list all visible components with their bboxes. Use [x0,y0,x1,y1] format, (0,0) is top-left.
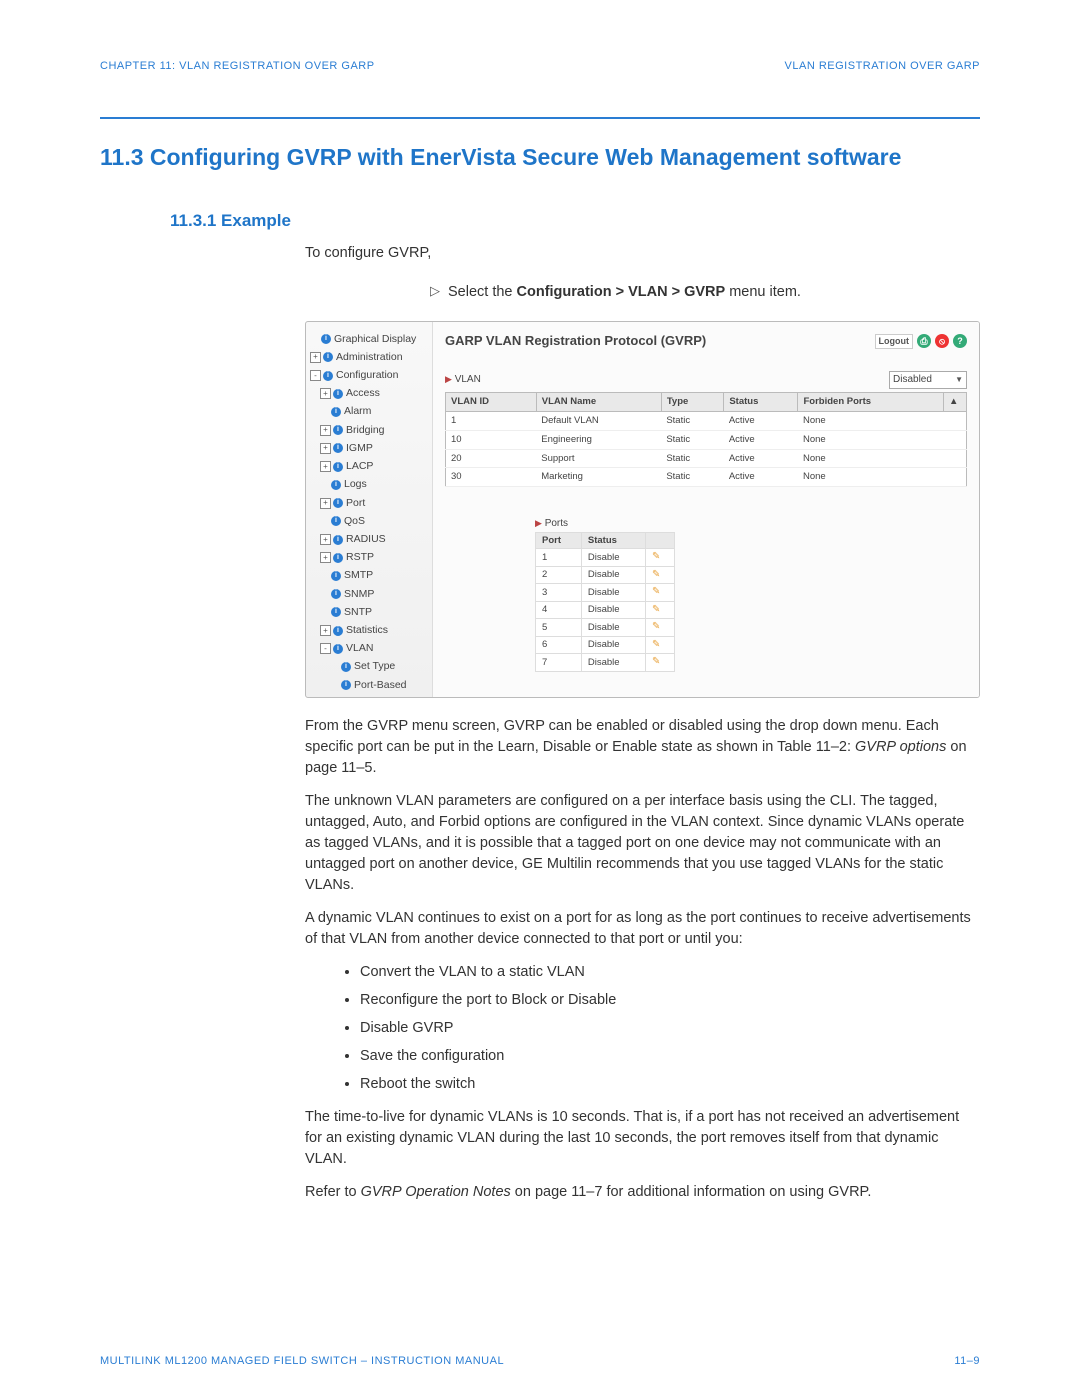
tree-node[interactable]: iSNMP [310,585,428,603]
step-text-bold: Configuration > VLAN > GVRP [517,284,726,300]
para-2: The unknown VLAN parameters are configur… [305,791,980,896]
table-row[interactable]: 20SupportStaticActiveNone [446,449,967,468]
list-item: Convert the VLAN to a static VLAN [360,962,980,983]
vlan-label: VLAN [455,374,481,385]
edit-icon[interactable]: ✎ [652,604,660,615]
tree-node[interactable]: -iVLAN [310,640,428,658]
expander-icon[interactable]: ▶ [535,518,542,528]
tree-node[interactable]: iGraphical Display [310,330,428,348]
para-1: From the GVRP menu screen, GVRP can be e… [305,716,980,779]
main-pane: GARP VLAN Registration Protocol (GVRP) L… [433,322,979,697]
tree-node[interactable]: +iBridging [310,421,428,439]
app-screenshot: iGraphical Display+iAdministration-iConf… [305,321,980,698]
header-left: CHAPTER 11: VLAN REGISTRATION OVER GARP [100,60,375,72]
tree-node[interactable]: +iAdministration [310,348,428,366]
table-row[interactable]: 7Disable✎ [536,654,675,672]
help-icon[interactable]: ? [953,334,967,348]
stop-icon[interactable]: ⦸ [935,334,949,348]
tree-node[interactable]: +iIGMP [310,439,428,457]
table-row[interactable]: 5Disable✎ [536,619,675,637]
ports-label: Ports [545,518,568,529]
step-text-suffix: menu item. [725,284,801,300]
bullet-list: Convert the VLAN to a static VLAN Reconf… [360,962,980,1095]
table-row[interactable]: 2Disable✎ [536,566,675,584]
pane-title: GARP VLAN Registration Protocol (GVRP) [445,332,706,351]
tree-node[interactable]: -iTag-Based [310,694,428,697]
nav-tree: iGraphical Display+iAdministration-iConf… [306,322,433,697]
table-row[interactable]: 6Disable✎ [536,636,675,654]
edit-icon[interactable]: ✎ [652,551,660,562]
step-text-prefix: Select the [448,284,517,300]
tree-node[interactable]: iQoS [310,512,428,530]
header-right: VLAN REGISTRATION OVER GARP [785,60,980,72]
section-rule [100,117,980,119]
tree-node[interactable]: iSNTP [310,603,428,621]
list-item: Reboot the switch [360,1074,980,1095]
table-row[interactable]: 1Disable✎ [536,549,675,567]
edit-icon[interactable]: ✎ [652,569,660,580]
para-5: Refer to GVRP Operation Notes on page 11… [305,1182,980,1203]
edit-icon[interactable]: ✎ [652,656,660,667]
ports-table: PortStatus1Disable✎2Disable✎3Disable✎4Di… [535,532,675,672]
subsection-title: 11.3.1 Example [170,211,980,231]
table-row[interactable]: 1Default VLANStaticActiveNone [446,412,967,431]
tree-node[interactable]: +iPort [310,494,428,512]
section-title: 11.3 Configuring GVRP with EnerVista Sec… [100,144,980,171]
para-3: A dynamic VLAN continues to exist on a p… [305,908,980,950]
intro-line: To configure GVRP, [305,243,980,264]
triangle-icon: ▷ [430,282,440,301]
tree-node[interactable]: iPort-Based [310,676,428,694]
footer-right: 11–9 [954,1355,980,1367]
table-row[interactable]: 30MarketingStaticActiveNone [446,468,967,487]
tree-node[interactable]: iAlarm [310,403,428,421]
dropdown-value: Disabled [893,373,932,388]
list-item: Disable GVRP [360,1018,980,1039]
tree-node[interactable]: +iRSTP [310,549,428,567]
list-item: Reconfigure the port to Block or Disable [360,990,980,1011]
edit-icon[interactable]: ✎ [652,586,660,597]
table-row[interactable]: 3Disable✎ [536,584,675,602]
list-item: Save the configuration [360,1046,980,1067]
logout-button[interactable]: Logout [875,334,914,349]
chevron-down-icon: ▼ [955,374,963,386]
tree-node[interactable]: +iRADIUS [310,530,428,548]
edit-icon[interactable]: ✎ [652,621,660,632]
edit-icon[interactable]: ✎ [652,639,660,650]
tree-node[interactable]: iSet Type [310,658,428,676]
tree-node[interactable]: +iStatistics [310,622,428,640]
tree-node[interactable]: +iAccess [310,385,428,403]
footer-left: MULTILINK ML1200 MANAGED FIELD SWITCH – … [100,1355,504,1367]
vlan-table: VLAN IDVLAN NameTypeStatusForbiden Ports… [445,392,967,487]
tree-node[interactable]: iLogs [310,476,428,494]
tree-node[interactable]: -iConfiguration [310,366,428,384]
para-4: The time-to-live for dynamic VLANs is 10… [305,1107,980,1170]
table-row[interactable]: 10EngineeringStaticActiveNone [446,430,967,449]
tree-node[interactable]: +iLACP [310,458,428,476]
expander-icon[interactable]: ▶ [445,374,452,384]
gvrp-state-dropdown[interactable]: Disabled ▼ [889,371,967,390]
step-1: ▷ Select the Configuration > VLAN > GVRP… [305,282,980,303]
tree-node[interactable]: iSMTP [310,567,428,585]
printer-icon[interactable]: ⎙ [917,334,931,348]
table-row[interactable]: 4Disable✎ [536,601,675,619]
